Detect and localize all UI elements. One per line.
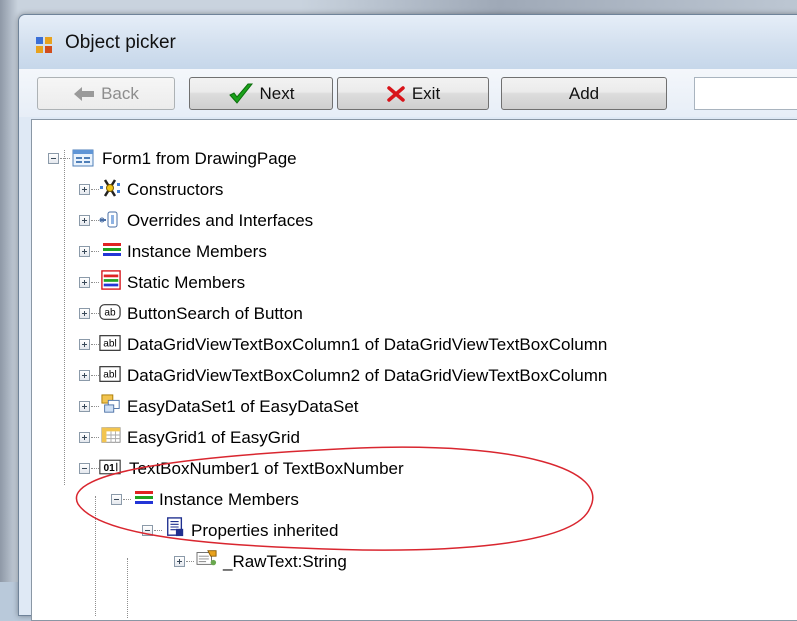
tree-item-buttonsearch[interactable]: ButtonSearch of Button bbox=[127, 304, 303, 324]
expand-toggle[interactable] bbox=[79, 308, 90, 319]
add-button-label: Add bbox=[568, 83, 600, 103]
expand-toggle[interactable] bbox=[79, 215, 90, 226]
tree-item-properties-inherited[interactable]: Properties inherited bbox=[191, 521, 338, 541]
property-icon bbox=[196, 550, 217, 566]
expand-toggle[interactable] bbox=[79, 246, 90, 257]
members-icon bbox=[135, 491, 153, 504]
tree-item-easydataset1[interactable]: EasyDataSet1 of EasyDataSet bbox=[127, 397, 359, 417]
properties-icon bbox=[167, 517, 184, 537]
tree-item-overrides[interactable]: Overrides and Interfaces bbox=[127, 211, 313, 231]
tree-connector bbox=[91, 220, 99, 221]
title-bar[interactable]: Object picker bbox=[19, 15, 797, 69]
grid-icon bbox=[101, 427, 121, 443]
svg-text:01: 01 bbox=[104, 463, 116, 474]
window-title: Object picker bbox=[65, 32, 176, 53]
tree-connector bbox=[91, 437, 99, 438]
search-input[interactable] bbox=[694, 77, 797, 110]
tree-connector bbox=[95, 496, 96, 616]
button-control-icon: ab bbox=[99, 304, 121, 320]
back-arrow-icon bbox=[74, 86, 95, 101]
close-icon bbox=[387, 85, 405, 102]
tree-item-static-members[interactable]: Static Members bbox=[127, 273, 245, 293]
back-button[interactable]: Back bbox=[37, 77, 175, 110]
tree-connector bbox=[186, 561, 194, 562]
static-members-icon bbox=[101, 270, 121, 290]
members-icon bbox=[103, 243, 121, 256]
expand-toggle[interactable] bbox=[79, 339, 90, 350]
back-button-label: Back bbox=[101, 83, 139, 103]
svg-text:abl: abl bbox=[103, 339, 116, 350]
exit-button-label: Exit bbox=[411, 83, 441, 103]
expand-toggle[interactable] bbox=[79, 370, 90, 381]
expand-toggle[interactable] bbox=[79, 184, 90, 195]
tree-connector bbox=[91, 468, 99, 469]
textbox-control-icon: abl bbox=[99, 366, 121, 382]
app-icon bbox=[36, 37, 52, 53]
add-button[interactable]: Add bbox=[501, 77, 667, 110]
check-icon bbox=[228, 83, 253, 104]
collapse-toggle[interactable] bbox=[48, 153, 59, 164]
textbox-control-icon: abl bbox=[99, 335, 121, 351]
collapse-toggle[interactable] bbox=[111, 494, 122, 505]
svg-text:ab: ab bbox=[104, 308, 116, 319]
tree-item-textboxnumber1[interactable]: TextBoxNumber1 of TextBoxNumber bbox=[129, 459, 404, 479]
tree-connector bbox=[154, 530, 162, 531]
tree-item-constructors[interactable]: Constructors bbox=[127, 180, 223, 200]
tree-connector bbox=[91, 406, 99, 407]
collapse-toggle[interactable] bbox=[79, 463, 90, 474]
toolbar: Back Next Exit Add bbox=[19, 69, 797, 117]
next-button[interactable]: Next bbox=[189, 77, 333, 110]
tree-connector bbox=[64, 150, 65, 485]
tree-connector bbox=[60, 158, 70, 159]
tree-connector bbox=[91, 189, 99, 190]
svg-text:abl: abl bbox=[103, 370, 116, 381]
tree-connector bbox=[91, 375, 99, 376]
object-picker-window: Object picker Back Next Exit Add Form1 f… bbox=[18, 14, 797, 621]
tree-connector bbox=[91, 344, 99, 345]
collapse-toggle[interactable] bbox=[142, 525, 153, 536]
tree-connector bbox=[91, 282, 99, 283]
tree-item-instance-members[interactable]: Instance Members bbox=[127, 242, 267, 262]
tree-item-form1[interactable]: Form1 from DrawingPage bbox=[102, 149, 297, 169]
tree-item-child-instance-members[interactable]: Instance Members bbox=[159, 490, 299, 510]
tree-item-rawtext[interactable]: _RawText:String bbox=[223, 552, 347, 572]
expand-toggle[interactable] bbox=[174, 556, 185, 567]
exit-button[interactable]: Exit bbox=[337, 77, 489, 110]
tree-connector bbox=[123, 499, 131, 500]
tree-connector bbox=[91, 251, 99, 252]
tree-connector bbox=[127, 558, 128, 618]
form-icon bbox=[72, 149, 94, 167]
next-button-label: Next bbox=[259, 83, 295, 103]
tree-connector bbox=[91, 313, 99, 314]
tree-item-dgv-column1[interactable]: DataGridViewTextBoxColumn1 of DataGridVi… bbox=[127, 335, 607, 355]
constructor-icon bbox=[100, 179, 120, 197]
expand-toggle[interactable] bbox=[79, 432, 90, 443]
tree-item-dgv-column2[interactable]: DataGridViewTextBoxColumn2 of DataGridVi… bbox=[127, 366, 607, 386]
dataset-icon bbox=[101, 394, 120, 413]
object-tree[interactable]: Form1 from DrawingPage Constructors Over… bbox=[31, 119, 797, 621]
number-textbox-icon: 01 bbox=[99, 459, 121, 475]
expand-toggle[interactable] bbox=[79, 401, 90, 412]
expand-toggle[interactable] bbox=[79, 277, 90, 288]
tree-item-easygrid1[interactable]: EasyGrid1 of EasyGrid bbox=[127, 428, 300, 448]
interface-icon bbox=[99, 211, 118, 228]
